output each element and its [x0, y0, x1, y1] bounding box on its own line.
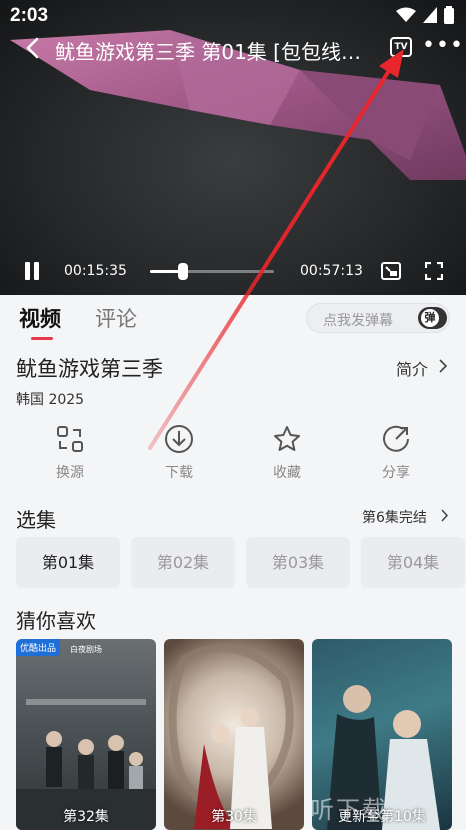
pause-button[interactable] — [24, 262, 40, 280]
progress-handle[interactable] — [178, 263, 189, 280]
progress-bar[interactable] — [150, 270, 274, 273]
recommend-card-label: 第32集 — [63, 809, 109, 825]
episodes-status-link[interactable]: 第6集完结 — [362, 507, 427, 527]
episode-list: 第01集 第02集 第03集 第04集 — [16, 537, 466, 589]
poster-image — [168, 643, 294, 829]
content-tabs: 视频 评论 点我发弹幕 弹 — [0, 295, 466, 345]
recommend-card-label: 第30集 — [211, 809, 257, 825]
tab-video[interactable]: 视频 — [19, 303, 61, 333]
player-top-bar: 鱿鱼游戏第三季 第01集 [包包线… TV ••• — [0, 34, 466, 64]
action-label: 分享 — [382, 465, 410, 481]
recommend-card[interactable]: 优酷出品 白夜剧场 第32集 — [16, 639, 156, 830]
recommend-list: 优酷出品 白夜剧场 第32集 第30集 更新至第10集 — [16, 639, 466, 830]
picture-in-picture-icon[interactable] — [381, 262, 401, 280]
tv-cast-button[interactable]: TV — [390, 37, 412, 57]
show-meta: 韩国 2025 — [16, 389, 84, 409]
show-title: 鱿鱼游戏第三季 — [16, 357, 163, 381]
intro-link[interactable]: 简介 — [396, 356, 428, 380]
share-icon — [383, 425, 409, 452]
star-icon — [274, 426, 300, 451]
recommend-card[interactable]: 第30集 — [164, 639, 304, 830]
tab-comments[interactable]: 评论 — [95, 303, 137, 333]
action-label: 下载 — [165, 465, 193, 481]
danmu-placeholder: 点我发弹幕 — [323, 313, 393, 329]
danmu-toggle[interactable]: 弹 — [418, 307, 447, 329]
episodes-title: 选集 — [16, 508, 56, 532]
show-year: 2025 — [48, 392, 85, 408]
episode-item[interactable]: 第03集 — [246, 537, 350, 588]
action-label: 换源 — [56, 465, 84, 481]
download-button[interactable]: 下载 — [149, 420, 209, 482]
episode-item[interactable]: 第01集 — [16, 537, 120, 588]
episode-item[interactable]: 第04集 — [361, 537, 465, 588]
chevron-right-icon[interactable] — [438, 359, 448, 373]
player-controls: 00:15:35 00:57:13 — [0, 258, 466, 284]
recommend-brand: 白夜剧场 — [70, 645, 102, 654]
danmu-toggle-knob: 弹 — [420, 308, 440, 328]
switch-source-button[interactable]: 换源 — [40, 420, 100, 482]
battery-icon — [444, 6, 454, 24]
video-player[interactable]: 2:03 鱿鱼游戏第三季 第01集 [包包线… TV ••• 00:15:35 … — [0, 0, 466, 295]
total-duration: 00:57:13 — [300, 263, 363, 279]
active-tab-indicator — [31, 337, 53, 340]
more-options-icon[interactable]: ••• — [422, 35, 464, 57]
switch-source-icon — [57, 426, 83, 452]
action-row: 换源 下载 收藏 分享 — [0, 420, 466, 490]
video-title: 鱿鱼游戏第三季 第01集 [包包线… — [55, 40, 361, 64]
danmu-input[interactable]: 点我发弹幕 弹 — [306, 303, 450, 333]
recommend-badge: 优酷出品 — [16, 639, 61, 656]
show-region: 韩国 — [16, 392, 44, 408]
recommend-title: 猜你喜欢 — [16, 609, 96, 633]
status-time: 2:03 — [10, 5, 49, 26]
back-arrow-icon[interactable] — [22, 36, 46, 60]
action-label: 收藏 — [273, 465, 301, 481]
favorite-button[interactable]: 收藏 — [257, 420, 317, 482]
wifi-icon — [396, 7, 416, 22]
signal-icon — [423, 7, 437, 23]
download-icon — [165, 425, 193, 453]
fullscreen-icon[interactable] — [425, 262, 443, 280]
status-bar: 2:03 — [0, 0, 466, 30]
chevron-right-icon[interactable] — [440, 509, 449, 522]
poster-image — [16, 699, 156, 830]
episode-item[interactable]: 第02集 — [131, 537, 235, 588]
watermark-text: 听下载 — [310, 796, 388, 824]
current-time: 00:15:35 — [64, 263, 127, 279]
share-button[interactable]: 分享 — [366, 420, 426, 482]
